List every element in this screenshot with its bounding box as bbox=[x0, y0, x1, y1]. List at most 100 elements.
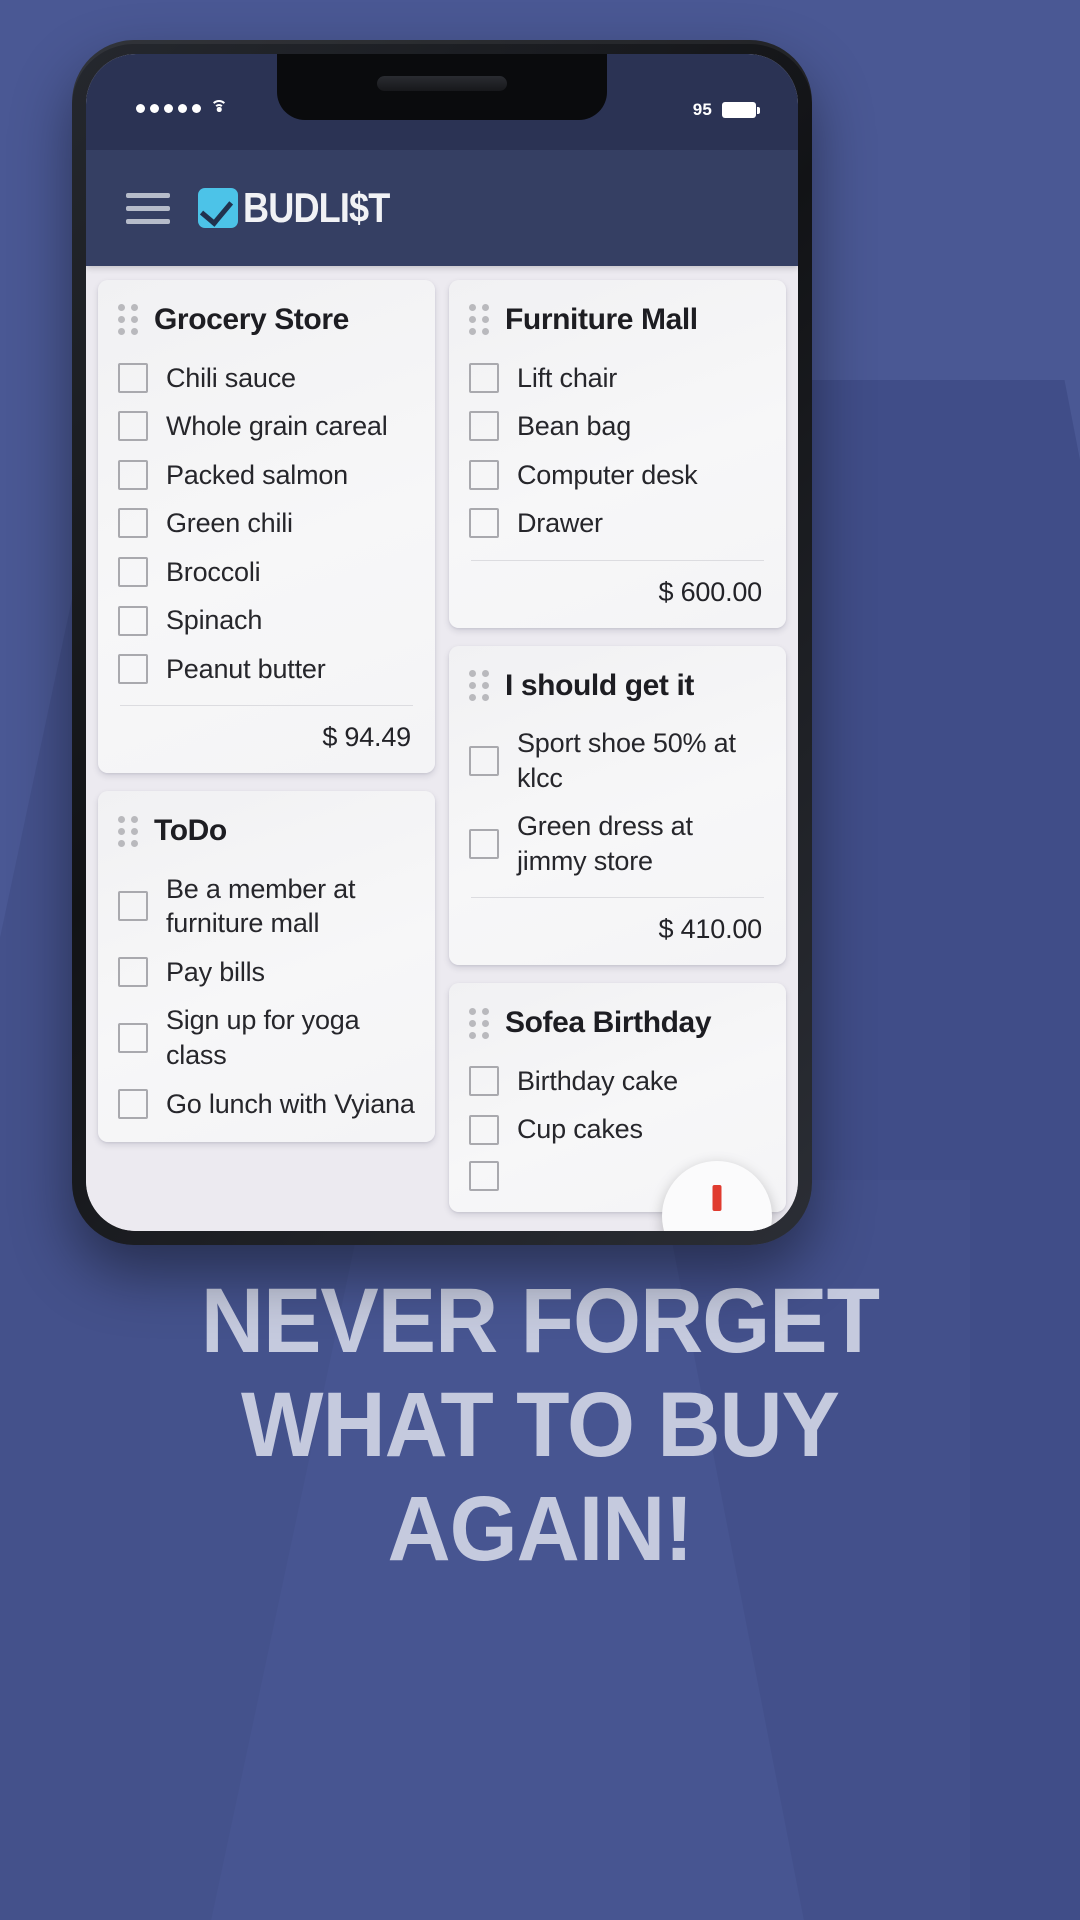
checkbox[interactable] bbox=[118, 411, 148, 442]
hamburger-menu-icon[interactable] bbox=[126, 192, 170, 224]
app-bar: BUDLI$T bbox=[86, 150, 798, 266]
checkbox[interactable] bbox=[469, 1066, 499, 1097]
drag-handle-icon[interactable] bbox=[469, 304, 489, 336]
drag-handle-icon[interactable] bbox=[469, 669, 489, 701]
phone-mockup: 95 BUDLI$T Grocery Store Chili sauce Who… bbox=[72, 40, 812, 1245]
list-item[interactable]: Whole grain careal bbox=[118, 402, 415, 451]
checkbox[interactable] bbox=[118, 957, 148, 988]
checkbox[interactable] bbox=[118, 1023, 148, 1054]
list-card-todo[interactable]: ToDo Be a member at furniture mall Pay b… bbox=[98, 791, 435, 1143]
checkbox[interactable] bbox=[118, 1088, 148, 1119]
list-item[interactable]: Pay bills bbox=[118, 948, 415, 997]
list-item-label: Cup cakes bbox=[517, 1114, 643, 1145]
card-header: ToDo bbox=[118, 815, 415, 847]
checkbox[interactable] bbox=[118, 556, 148, 587]
checkbox[interactable] bbox=[469, 1160, 499, 1191]
list-item[interactable]: Green chili bbox=[118, 499, 415, 548]
headline-line-2: WHAT TO BUY bbox=[240, 1374, 840, 1476]
marketing-headline: NEVER FORGET WHAT TO BUY AGAIN! bbox=[0, 1275, 1080, 1587]
list-item[interactable]: Peanut butter bbox=[118, 645, 415, 694]
lists-container[interactable]: Grocery Store Chili sauce Whole grain ca… bbox=[86, 266, 798, 1231]
list-item-label: Peanut butter bbox=[166, 653, 326, 684]
signal-dots-icon bbox=[136, 103, 201, 113]
list-item[interactable]: Be a member at furniture mall bbox=[118, 865, 415, 948]
list-item-label: Computer desk bbox=[517, 459, 698, 490]
list-item-label: Go lunch with Vyiana bbox=[166, 1088, 415, 1119]
list-item[interactable]: Birthday cake bbox=[469, 1057, 766, 1106]
checkbox[interactable] bbox=[469, 508, 499, 539]
card-header: Sofea Birthday bbox=[469, 1007, 766, 1039]
app-logo: BUDLI$T bbox=[198, 184, 413, 232]
list-title: Furniture Mall bbox=[505, 303, 698, 336]
list-card-grocery-store[interactable]: Grocery Store Chili sauce Whole grain ca… bbox=[98, 280, 435, 774]
status-bar-left bbox=[136, 100, 228, 116]
checkbox[interactable] bbox=[469, 459, 499, 490]
list-item[interactable]: Lift chair bbox=[469, 354, 766, 403]
list-card-i-should-get-it[interactable]: I should get it Sport shoe 50% at klcc G… bbox=[449, 645, 786, 966]
list-item[interactable]: Computer desk bbox=[469, 451, 766, 500]
lists-column-left: Grocery Store Chili sauce Whole grain ca… bbox=[98, 280, 435, 1231]
lists-column-right: Furniture Mall Lift chair Bean bag Compu… bbox=[449, 280, 786, 1231]
list-item[interactable]: Bean bag bbox=[469, 402, 766, 451]
list-item[interactable]: Go lunch with Vyiana bbox=[118, 1080, 415, 1129]
list-title: Sofea Birthday bbox=[505, 1006, 712, 1040]
app-screen: 95 BUDLI$T Grocery Store Chili sauce Who… bbox=[86, 54, 798, 1231]
list-item-label: Be a member at furniture mall bbox=[166, 873, 356, 939]
checkbox[interactable] bbox=[118, 654, 148, 685]
battery-icon bbox=[722, 102, 760, 118]
card-header: Furniture Mall bbox=[469, 304, 766, 336]
headline-line-3: AGAIN! bbox=[387, 1478, 693, 1580]
card-header: Grocery Store bbox=[118, 304, 415, 336]
list-total: $ 410.00 bbox=[658, 914, 763, 945]
list-item[interactable]: Sign up for yoga class bbox=[118, 996, 415, 1079]
checkbox[interactable] bbox=[469, 1114, 499, 1145]
list-item[interactable]: Drawer bbox=[469, 499, 766, 548]
drag-handle-icon[interactable] bbox=[118, 304, 138, 336]
list-title: I should get it bbox=[505, 668, 694, 702]
checkbox[interactable] bbox=[118, 362, 148, 393]
checkbox[interactable] bbox=[469, 362, 499, 393]
checkbox[interactable] bbox=[469, 745, 499, 776]
list-item[interactable]: Cup cakes bbox=[469, 1105, 766, 1154]
list-item[interactable]: Spinach bbox=[118, 596, 415, 645]
battery-percent: 95 bbox=[692, 100, 712, 119]
list-item-label: Bean bag bbox=[517, 411, 632, 442]
checkbox[interactable] bbox=[118, 508, 148, 539]
list-item-label: Chili sauce bbox=[166, 362, 296, 393]
brand-title: BUDLI$T bbox=[243, 184, 390, 231]
list-item-label: Broccoli bbox=[166, 556, 261, 587]
headline-line-1: NEVER FORGET bbox=[200, 1270, 880, 1372]
card-header: I should get it bbox=[469, 670, 766, 702]
list-item[interactable]: Green dress at jimmy store bbox=[469, 802, 766, 885]
drag-handle-icon[interactable] bbox=[118, 815, 138, 847]
list-item[interactable]: Broccoli bbox=[118, 548, 415, 597]
phone-notch bbox=[277, 54, 607, 120]
wifi-icon bbox=[210, 100, 228, 116]
checkbox[interactable] bbox=[469, 828, 499, 859]
checkbox[interactable] bbox=[118, 459, 148, 490]
checkbox[interactable] bbox=[118, 891, 148, 922]
list-total: $ 600.00 bbox=[658, 576, 763, 607]
checkbox[interactable] bbox=[469, 411, 499, 442]
list-item-label: Whole grain careal bbox=[166, 411, 388, 442]
list-item[interactable]: Chili sauce bbox=[118, 354, 415, 403]
checkbox[interactable] bbox=[118, 605, 148, 636]
list-item-label: Pay bills bbox=[166, 956, 265, 987]
earpiece-speaker bbox=[377, 76, 507, 91]
list-title: ToDo bbox=[154, 814, 227, 848]
checkbox-logo-icon bbox=[198, 188, 238, 228]
list-item-label: Sport shoe 50% at klcc bbox=[517, 728, 736, 793]
list-item-label: Lift chair bbox=[517, 362, 618, 393]
list-card-furniture-mall[interactable]: Furniture Mall Lift chair Bean bag Compu… bbox=[449, 280, 786, 628]
list-item[interactable]: Packed salmon bbox=[118, 451, 415, 500]
list-item-label: Drawer bbox=[517, 508, 603, 539]
list-item-label: Packed salmon bbox=[166, 459, 348, 490]
list-item-label: Sign up for yoga class bbox=[166, 1005, 360, 1071]
list-item-label: Green chili bbox=[166, 508, 293, 539]
list-item-label: Green dress at jimmy store bbox=[517, 811, 693, 876]
drag-handle-icon[interactable] bbox=[469, 1007, 489, 1039]
list-total: $ 94.49 bbox=[322, 722, 411, 753]
list-item[interactable]: Sport shoe 50% at klcc bbox=[469, 719, 766, 802]
list-item-label: Birthday cake bbox=[517, 1065, 678, 1096]
phone-screen-bezel: 95 BUDLI$T Grocery Store Chili sauce Who… bbox=[86, 54, 798, 1231]
